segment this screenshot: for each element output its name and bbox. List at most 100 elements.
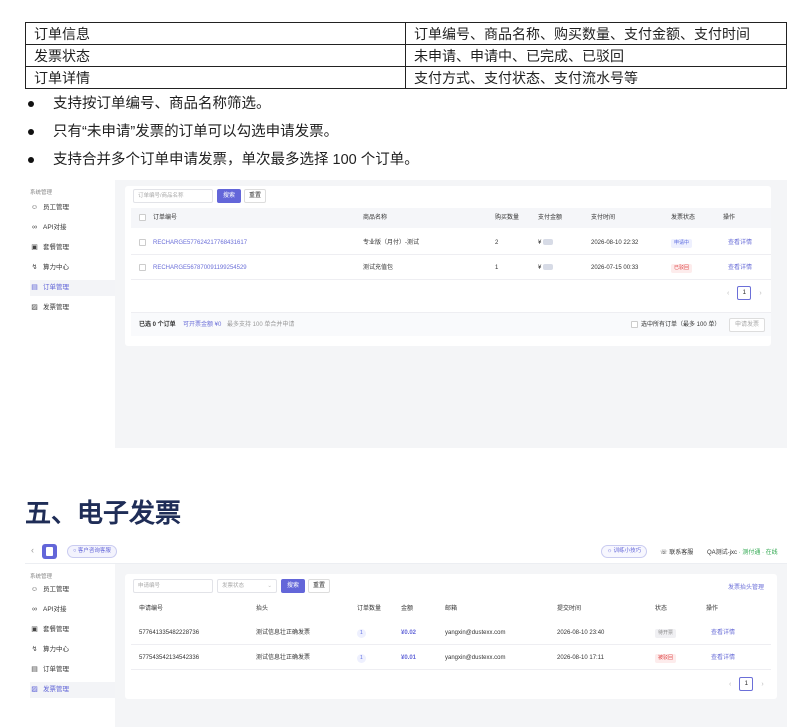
select-all-orders-checkbox[interactable] [631, 321, 638, 328]
view-detail-link[interactable]: 查看详情 [711, 621, 735, 645]
back-icon[interactable]: ‹ [31, 545, 34, 555]
user-info[interactable]: QA测试-jxc · 测付通 · 在线 [707, 547, 778, 556]
status-select[interactable]: 发票状态 ⌄ [217, 579, 277, 593]
list-item-text: 只有“未申请”发票的订单可以勾选申请发票。 [53, 124, 339, 140]
column-header: 状态 [655, 606, 668, 612]
status-badge: 待开票 [655, 629, 677, 638]
sidebar: 系统管理 ☺ 员工管理 ∞ API对接 ▣ 套餐管理 ↯ 算力中心 ▤ 订单管理 ▨ 发票管… [25, 564, 115, 727]
sidebar-item-label: 发票管理 [43, 686, 69, 693]
search-button[interactable]: 搜索 [217, 189, 241, 203]
status-badge: 申请中 [671, 239, 693, 248]
sidebar-item-package[interactable]: ▣ 套餐管理 [30, 240, 115, 256]
sidebar: 系统管理 ☺ 员工管理 ∞ API对接 ▣ 套餐管理 ↯ 算力中心 ▤ 订单管理 ▨ 发票管… [25, 180, 115, 448]
invoice-management-screenshot: ‹ ○ 客户咨询客服 ☼ 训练小技巧 ☏ 联系客服 QA测试-jxc · 测付通… [25, 540, 787, 727]
amount: ¥ [538, 256, 554, 280]
order-panel: 订单编号/商品名称 搜索 重置 订单编号 商品名称 购买数量 支付金额 支付时间… [125, 186, 771, 346]
invoice-title-manage-link[interactable]: 发票抬头管理 [728, 582, 764, 591]
invoice-icon: ▨ [31, 686, 38, 693]
table-row: RECHARGE57762421776843161​7 专业版（月付）-测试 2… [131, 231, 771, 255]
sidebar-item-invoices[interactable]: ▨ 发票管理 [30, 682, 115, 698]
consult-badge-label: 客户咨询客服 [77, 548, 111, 554]
order-management-screenshot: 系统管理 ☺ 员工管理 ∞ API对接 ▣ 套餐管理 ↯ 算力中心 ▤ 订单管理 ▨ 发票管… [25, 180, 787, 448]
sidebar-item-package[interactable]: ▣ 套餐管理 [30, 622, 115, 638]
sidebar-item-label: 员工管理 [43, 204, 69, 211]
invoice-panel: 申请编号 发票状态 ⌄ 搜索 重置 发票抬头管理 申请编号 抬头 订单数量 金额 … [125, 574, 777, 699]
view-detail-link[interactable]: 查看详情 [728, 231, 752, 255]
column-header: 购买数量 [495, 215, 520, 221]
view-detail-link[interactable]: 查看详情 [728, 256, 752, 280]
sidebar-group-label: 系统管理 [30, 190, 53, 196]
sidebar-item-staff[interactable]: ☺ 员工管理 [30, 200, 115, 216]
amount-text: ¥ [538, 240, 542, 246]
section-heading: 五、电子发票 [25, 499, 182, 529]
sidebar-item-staff[interactable]: ☺ 员工管理 [30, 582, 115, 598]
sidebar-item-orders[interactable]: ▤ 订单管理 [30, 280, 115, 296]
page-number[interactable]: 1 [739, 677, 754, 691]
chat-icon: ○ [73, 548, 77, 554]
sidebar-item-label: 算力中心 [43, 646, 69, 653]
reset-button[interactable]: 重置 [308, 579, 330, 593]
sidebar-item-invoices[interactable]: ▨ 发票管理 [30, 300, 115, 316]
sidebar-item-orders[interactable]: ▤ 订单管理 [30, 662, 115, 678]
product-name: 测试充值包 [363, 265, 394, 271]
column-header: 支付金额 [538, 215, 563, 221]
support-link[interactable]: ☏ 联系客服 [660, 547, 693, 556]
next-page-icon[interactable]: › [761, 681, 763, 688]
bullet-icon [28, 157, 34, 163]
list-item-text: 支持按订单编号、商品名称筛选。 [53, 96, 271, 112]
table-row: 订单信息 订单编号、商品名称、购买数量、支付金额、支付时间 [25, 22, 787, 45]
quantity: 1 [495, 265, 499, 271]
consult-badge[interactable]: ○ 客户咨询客服 [67, 545, 117, 558]
pagination: ‹ 1 › [727, 286, 762, 300]
table-row: 577543542134542336 测试信息壮正确发票 1 ¥0.01 yan… [131, 646, 771, 670]
column-header: 操作 [723, 215, 736, 221]
page-number[interactable]: 1 [737, 286, 752, 300]
product-name: 专业版（月付）-测试 [363, 240, 419, 246]
row-checkbox[interactable] [139, 239, 146, 246]
row-checkbox[interactable] [139, 264, 146, 271]
column-header: 订单编号 [153, 215, 178, 221]
sidebar-item-label: API对接 [43, 224, 67, 231]
guide-button[interactable]: ☼ 训练小技巧 [601, 545, 648, 558]
headset-icon: ☏ [660, 550, 668, 556]
view-detail-link[interactable]: 查看详情 [711, 646, 735, 670]
bolt-icon: ↯ [31, 264, 38, 271]
table-header: 申请编号 抬头 订单数量 金额 邮箱 提交时间 状态 操作 [131, 599, 771, 619]
email: yangxin@dustexx.com [445, 630, 506, 636]
sidebar-item-api[interactable]: ∞ API对接 [30, 220, 115, 236]
reset-button[interactable]: 重置 [244, 189, 266, 203]
invoice-title: 测试信息壮正确发票 [256, 630, 311, 636]
invoice-amount: ¥0.01 [401, 655, 417, 661]
search-input[interactable]: 订单编号/商品名称 [133, 189, 213, 203]
app-logo [42, 544, 57, 559]
pagination: ‹ 1 › [729, 677, 764, 691]
sidebar-item-compute[interactable]: ↯ 算力中心 [30, 642, 115, 658]
table-row: 订单详情 支付方式、支付状态、支付流水号等 [25, 66, 787, 89]
sidebar-item-compute[interactable]: ↯ 算力中心 [30, 260, 115, 276]
support-label: 联系客服 [669, 550, 694, 556]
table-row: RECHARGE567870091199254529 测试充值包 1 ¥ 202… [131, 256, 771, 280]
order-id[interactable]: RECHARGE57762421776843161​7 [153, 231, 247, 255]
sidebar-item-label: 订单管理 [43, 284, 69, 291]
table-cell: 订单详情 [25, 66, 406, 89]
prev-page-icon[interactable]: ‹ [727, 290, 729, 297]
sidebar-group-label: 系统管理 [30, 574, 53, 580]
guide-label: 训练小技巧 [613, 548, 642, 554]
amount: ¥ [538, 231, 554, 255]
prev-page-icon[interactable]: ‹ [729, 681, 731, 688]
search-button[interactable]: 搜索 [281, 579, 305, 593]
select-all-checkbox[interactable] [139, 214, 146, 221]
bullet-icon [28, 101, 34, 107]
order-icon: ▤ [31, 284, 38, 291]
column-header: 提交时间 [557, 606, 582, 612]
sidebar-item-api[interactable]: ∞ API对接 [30, 602, 115, 618]
pay-time: 2026-08-10 22:32 [591, 240, 639, 246]
next-page-icon[interactable]: › [759, 290, 761, 297]
user-status: · 测付通 · 在线 [738, 550, 778, 556]
email: yangxin@dustexx.com [445, 655, 506, 661]
link-icon: ∞ [32, 606, 37, 613]
apply-invoice-button[interactable]: 申请发票 [729, 318, 765, 332]
application-id-input[interactable]: 申请编号 [133, 579, 213, 593]
order-id[interactable]: RECHARGE567870091199254529 [153, 256, 247, 280]
amount-text: ¥ [538, 265, 542, 271]
